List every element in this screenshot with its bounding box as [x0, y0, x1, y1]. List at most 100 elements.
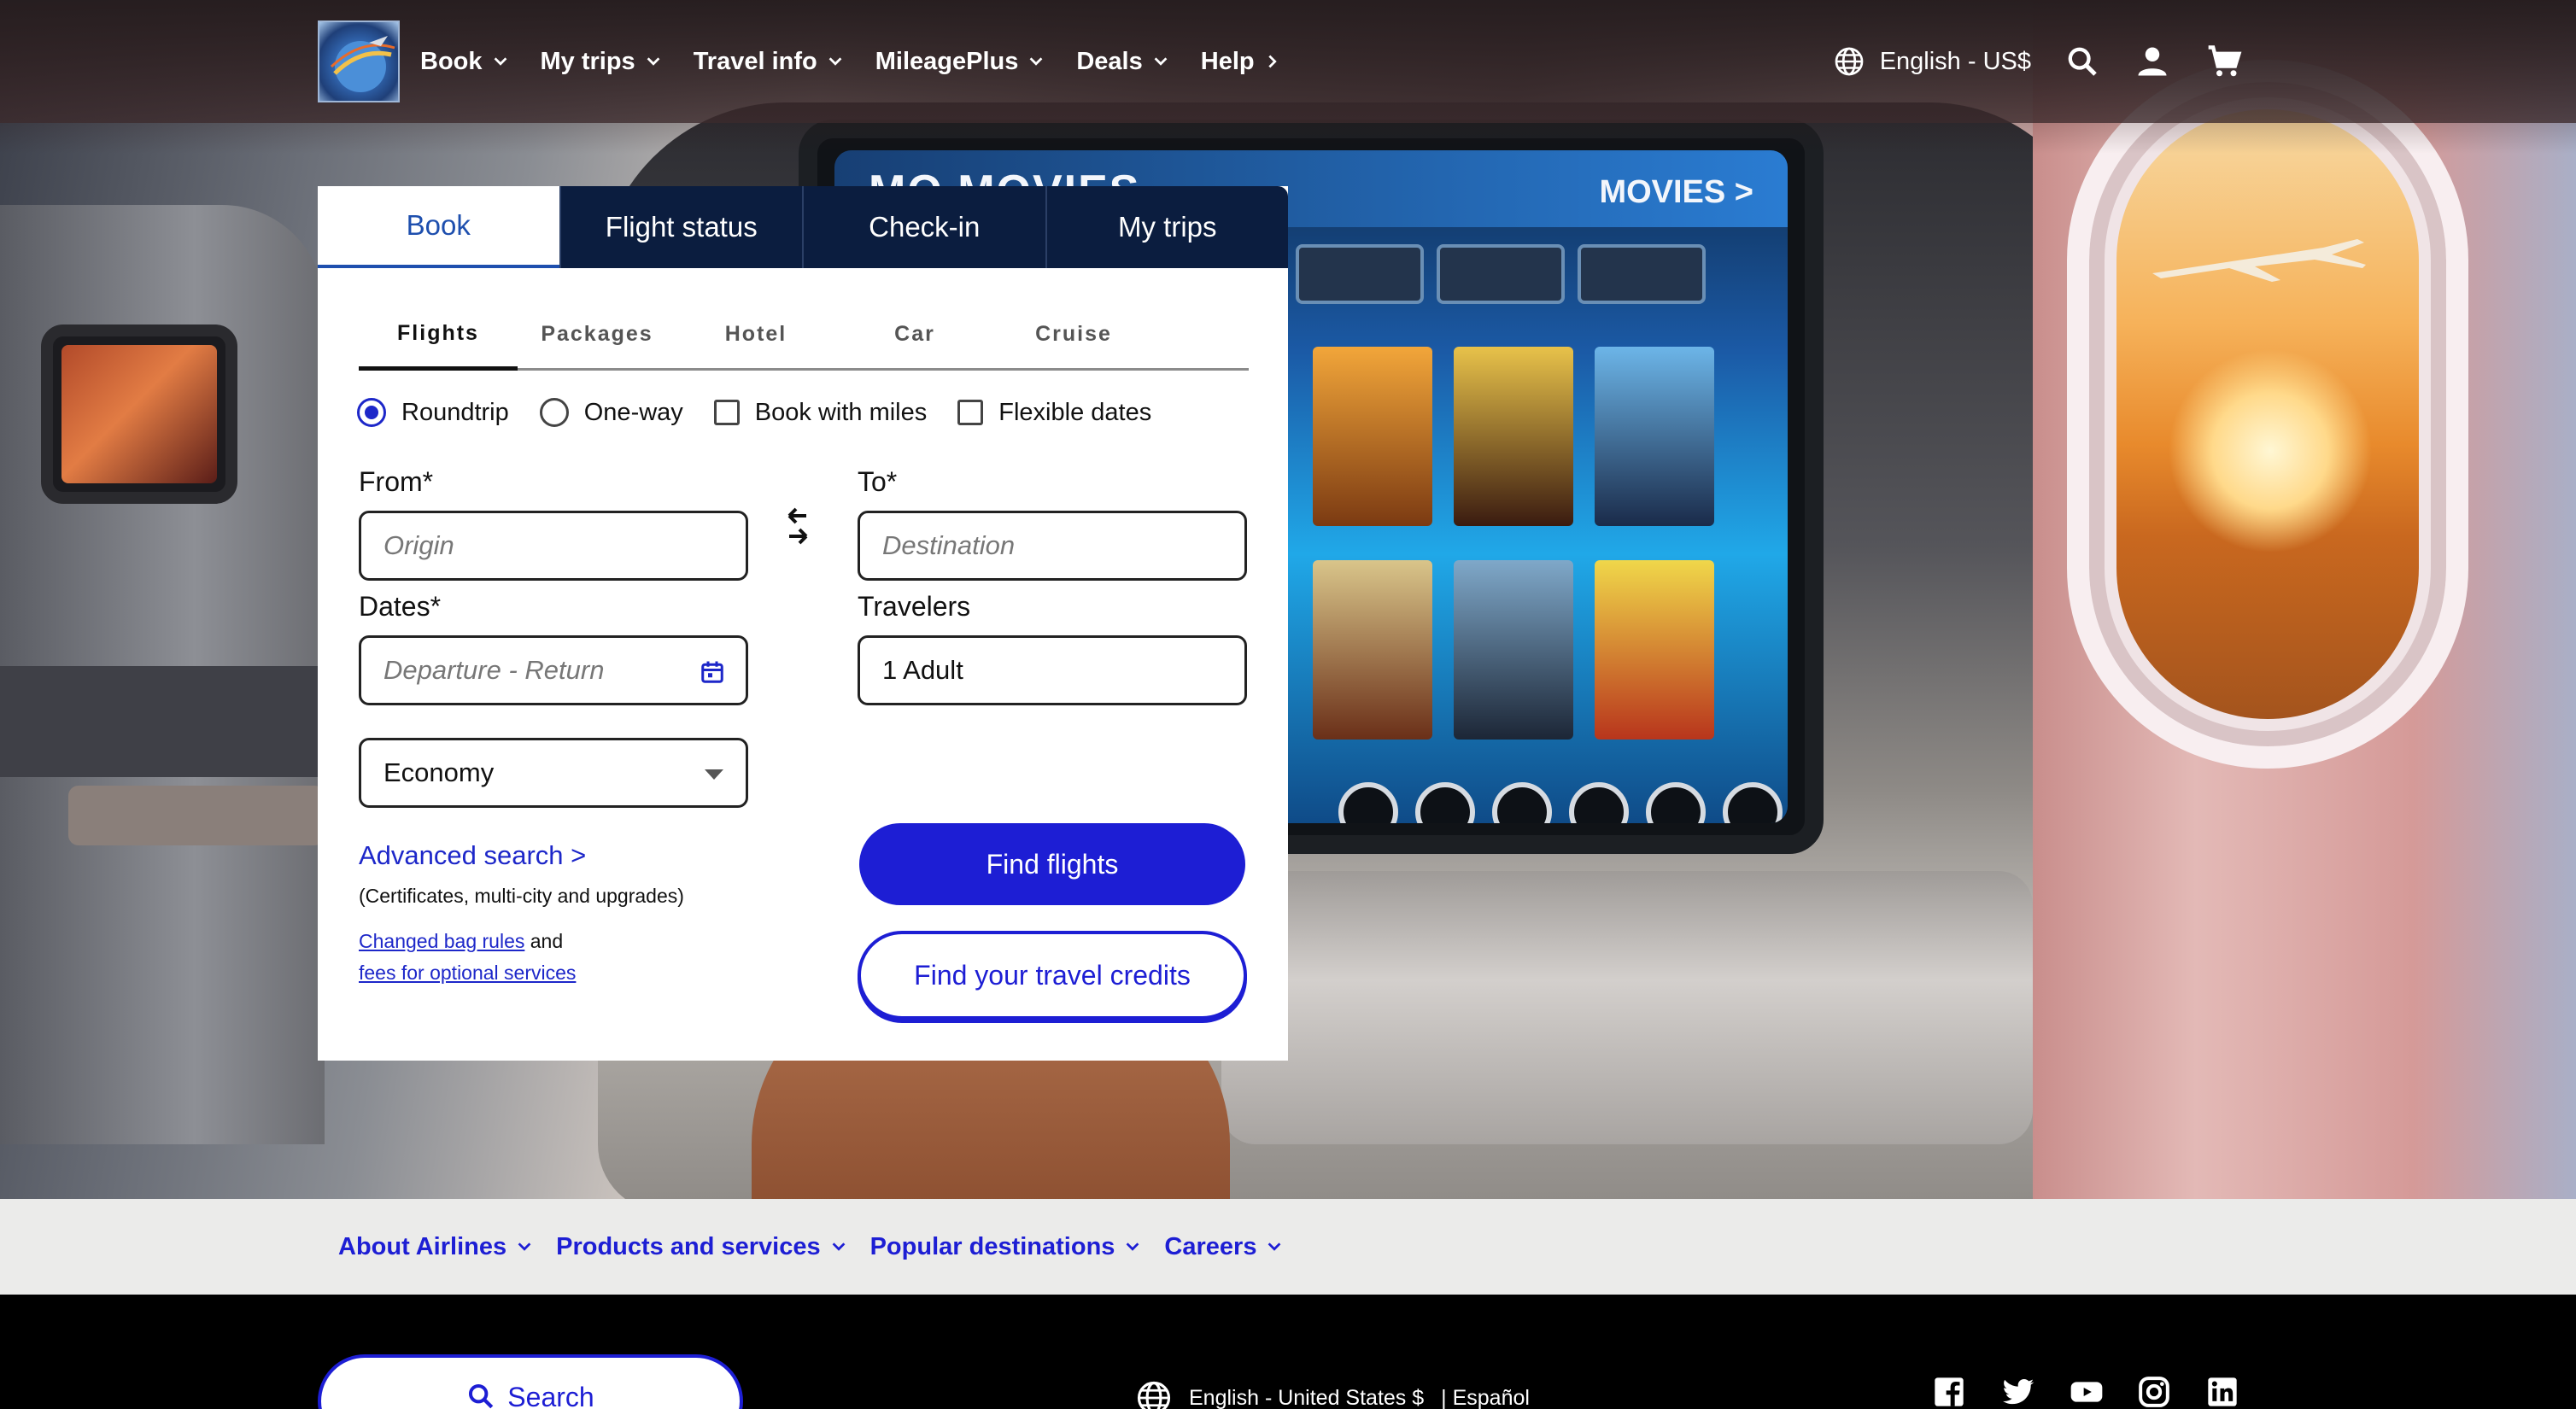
destination-placeholder: Destination: [882, 530, 1016, 560]
tab-check-in[interactable]: Check-in: [802, 186, 1045, 268]
optional-fees-link[interactable]: fees for optional services: [359, 962, 576, 984]
nav-label: My trips: [540, 47, 635, 75]
flexible-dates-label: Flexible dates: [998, 398, 1152, 426]
chevron-down-icon: [494, 57, 506, 66]
one-way-option[interactable]: One-way: [539, 398, 683, 427]
footer-link-label: Popular destinations: [869, 1232, 1115, 1260]
advanced-search-note: (Certificates, multi-city and upgrades): [359, 885, 684, 907]
chevron-down-icon: [647, 57, 660, 66]
left-seat-pocket: [0, 666, 325, 777]
roundtrip-radio[interactable]: [357, 398, 386, 427]
cabin-value: Economy: [383, 757, 495, 787]
nav-label: Help: [1200, 47, 1255, 75]
roundtrip-label: Roundtrip: [401, 398, 509, 426]
nav-utilities: English - US$: [1834, 0, 2243, 123]
subtab-packages[interactable]: Packages: [518, 301, 676, 368]
footer-link-label: Careers: [1164, 1232, 1257, 1260]
origin-input[interactable]: Origin: [359, 511, 748, 581]
trip-options: Roundtrip One-way Book with miles Flexib…: [357, 398, 1182, 427]
flexible-dates-checkbox[interactable]: [957, 400, 984, 425]
footer-language-current[interactable]: English - United States $: [1189, 1386, 1424, 1409]
subtab-flights[interactable]: Flights: [359, 301, 518, 371]
from-label: From*: [359, 466, 434, 497]
twitter-icon[interactable]: [2000, 1375, 2034, 1409]
calendar-icon[interactable]: [700, 659, 725, 685]
linkedin-icon[interactable]: [2205, 1375, 2239, 1409]
dates-input[interactable]: Departure - Return: [359, 635, 748, 705]
search-icon[interactable]: [2065, 44, 2099, 79]
window-sky: [2116, 109, 2419, 719]
nav-mileageplus[interactable]: MileagePlus: [875, 48, 1046, 76]
origin-placeholder: Origin: [383, 530, 454, 560]
tab-flight-status[interactable]: Flight status: [559, 186, 802, 268]
nav-label: Book: [420, 47, 483, 75]
dates-label: Dates*: [359, 591, 442, 622]
find-travel-credits-button[interactable]: Find your travel credits: [858, 931, 1247, 1020]
left-seat-screen: [41, 324, 237, 504]
footer-link-band: About Airlines Products and services Pop…: [0, 1199, 2576, 1295]
footer-products-services[interactable]: Products and services: [556, 1233, 847, 1261]
main-menu: Book My trips Travel info MileagePlus De…: [420, 0, 1282, 123]
facebook-icon[interactable]: [1932, 1375, 1966, 1409]
cart-icon[interactable]: [2205, 43, 2243, 80]
book-with-miles-option[interactable]: Book with miles: [713, 398, 928, 427]
top-navigation: Book My trips Travel info MileagePlus De…: [0, 0, 2576, 123]
nav-deals[interactable]: Deals: [1076, 48, 1169, 76]
travelers-value: 1 Adult: [882, 655, 963, 685]
subtab-cruise[interactable]: Cruise: [994, 301, 1153, 368]
footer-careers[interactable]: Careers: [1164, 1233, 1284, 1261]
chevron-down-icon: [828, 57, 842, 66]
airline-logo[interactable]: [318, 20, 400, 102]
widget-tabs: Book Flight status Check-in My trips: [318, 186, 1288, 268]
chevron-down-icon: [832, 1242, 845, 1251]
search-icon: [469, 1383, 494, 1409]
nav-label: MileagePlus: [875, 47, 1019, 75]
nav-travel-info[interactable]: Travel info: [694, 48, 845, 76]
advanced-search-link[interactable]: Advanced search >: [359, 840, 586, 871]
language-selector[interactable]: English - US$: [1834, 46, 2031, 77]
tray-table: [1221, 871, 2033, 1144]
book-with-miles-checkbox[interactable]: [713, 400, 740, 425]
roundtrip-option[interactable]: Roundtrip: [357, 398, 509, 427]
one-way-radio[interactable]: [539, 398, 569, 427]
left-seat-tray: [68, 786, 325, 845]
user-icon[interactable]: [2134, 43, 2171, 80]
chevron-right-icon: [1268, 55, 1277, 68]
tab-my-trips[interactable]: My trips: [1045, 186, 1288, 268]
subtab-car[interactable]: Car: [835, 301, 994, 368]
footer-search-label: Search: [507, 1382, 594, 1409]
subtab-hotel[interactable]: Hotel: [676, 301, 835, 368]
language-label: English - US$: [1879, 47, 2031, 75]
find-flights-button[interactable]: Find flights: [859, 823, 1245, 905]
travelers-input[interactable]: 1 Adult: [858, 635, 1247, 705]
booking-widget: Book Flight status Check-in My trips Fli…: [318, 186, 1288, 1061]
social-links: [1932, 1375, 2239, 1409]
footer-language: English - United States $ | Español: [1136, 1380, 1530, 1409]
destination-input[interactable]: Destination: [858, 511, 1247, 581]
site-footer: Search English - United States $ | Españ…: [0, 1295, 2576, 1409]
instagram-icon[interactable]: [2137, 1375, 2171, 1409]
nav-my-trips[interactable]: My trips: [541, 48, 663, 76]
globe-icon: [1137, 1381, 1171, 1409]
cabin-select[interactable]: Economy: [359, 738, 748, 808]
dropdown-caret-icon: [705, 769, 723, 780]
nav-help[interactable]: Help: [1201, 48, 1282, 76]
footer-about-airlines[interactable]: About Airlines: [338, 1233, 534, 1261]
footer-popular-destinations[interactable]: Popular destinations: [870, 1233, 1143, 1261]
chevron-down-icon: [1127, 1242, 1139, 1251]
bag-fee-links: Changed bag rules and fees for optional …: [359, 926, 576, 989]
nav-book[interactable]: Book: [420, 48, 510, 76]
flexible-dates-option[interactable]: Flexible dates: [957, 399, 1151, 427]
footer-language-alt[interactable]: | Español: [1441, 1386, 1530, 1409]
footer-search-button[interactable]: Search: [318, 1354, 743, 1409]
tab-book[interactable]: Book: [318, 186, 559, 268]
book-with-miles-label: Book with miles: [754, 398, 928, 426]
nav-label: Travel info: [693, 47, 817, 75]
one-way-label: One-way: [583, 398, 683, 426]
footer-link-label: About Airlines: [338, 1232, 507, 1260]
youtube-icon[interactable]: [2069, 1375, 2103, 1409]
airplane-icon: [2152, 239, 2366, 282]
swap-airports-icon[interactable]: [781, 504, 815, 555]
globe-icon: [1835, 47, 1864, 76]
bag-rules-link[interactable]: Changed bag rules: [359, 930, 524, 952]
